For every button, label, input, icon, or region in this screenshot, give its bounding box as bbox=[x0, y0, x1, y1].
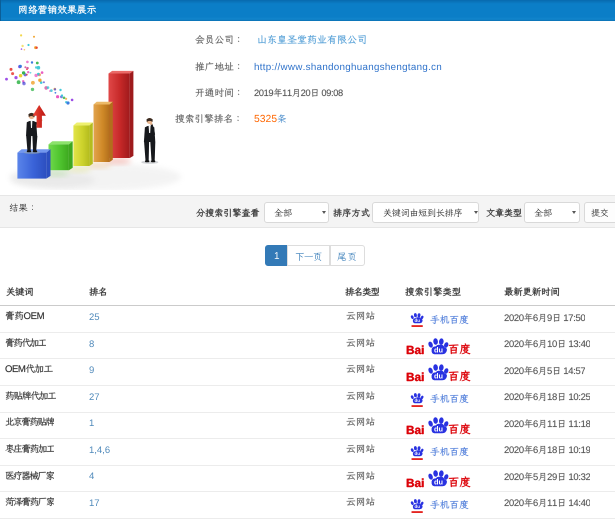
svg-text:du: du bbox=[415, 504, 421, 509]
svg-text:du: du bbox=[434, 478, 444, 487]
svg-text:du: du bbox=[415, 318, 421, 323]
svg-text:du: du bbox=[415, 451, 421, 456]
svg-text:du: du bbox=[434, 425, 444, 434]
svg-text:du: du bbox=[415, 398, 421, 403]
svg-text:du: du bbox=[434, 372, 444, 381]
svg-text:du: du bbox=[434, 345, 444, 354]
